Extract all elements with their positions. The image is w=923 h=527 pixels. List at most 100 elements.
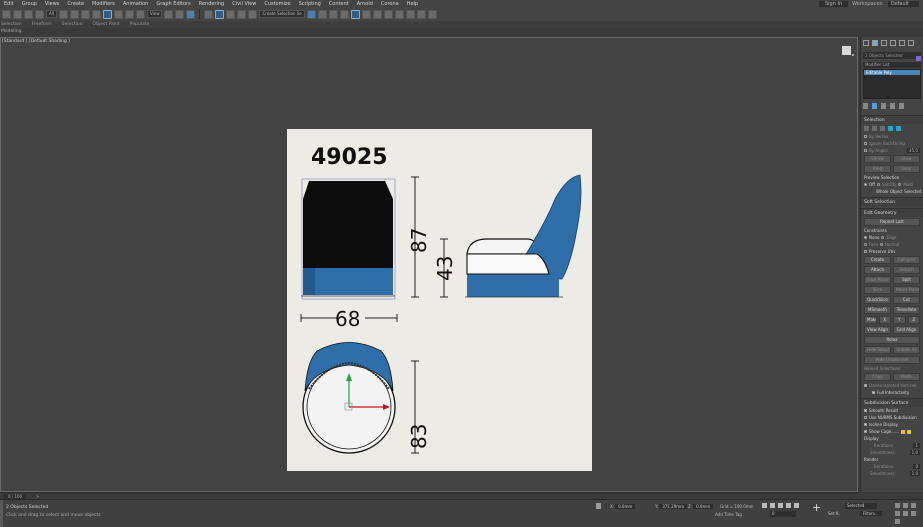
redo-icon[interactable] [13, 9, 22, 19]
selection-rollout-title[interactable]: Selection [861, 115, 923, 124]
menu-customize[interactable]: Customize [260, 1, 294, 7]
x-coordinate-field[interactable]: 0.0mm [615, 504, 636, 509]
select-by-name-icon[interactable] [69, 9, 79, 19]
display-tab-icon[interactable] [899, 40, 905, 46]
reference-coordinate-dropdown[interactable]: View [146, 10, 163, 18]
layer-explorer-icon[interactable] [328, 9, 338, 19]
by-angle-checkbox[interactable] [864, 149, 867, 152]
key-filters-button[interactable]: Filters... [860, 511, 882, 516]
edit-named-selection-icon[interactable] [248, 9, 258, 19]
detach-button[interactable]: Detach [893, 266, 920, 274]
by-vertex-row[interactable]: By Vertex [861, 133, 923, 140]
select-manipulate-icon[interactable] [175, 9, 185, 19]
menu-arnold[interactable]: Arnold [353, 1, 377, 7]
soft-selection-rollout-title[interactable]: Soft Selection [861, 197, 923, 206]
unhide-all-button[interactable]: Unhide All [893, 346, 920, 354]
delete-isolated-row[interactable]: Delete Isolated Vertices [861, 382, 923, 389]
modifier-list-dropdown[interactable]: Modifier List [863, 62, 921, 68]
sign-in-dropdown[interactable]: Sign In [818, 0, 849, 7]
y-coordinate-field[interactable]: 371.29mm [659, 504, 688, 509]
iterations-spinner[interactable]: 1 [913, 443, 920, 448]
angle-snap-icon[interactable] [215, 9, 225, 19]
z-coordinate-field[interactable]: 0.0mm [693, 504, 714, 509]
smooth-result-checkbox[interactable] [864, 409, 867, 412]
play-icon[interactable] [778, 503, 783, 508]
edge-level-icon[interactable] [872, 126, 877, 131]
create-button[interactable]: Create [864, 256, 891, 264]
pan-icon[interactable] [903, 511, 908, 516]
create-tab-icon[interactable] [863, 40, 869, 46]
select-and-rotate-icon[interactable] [113, 9, 123, 19]
viewport-label[interactable]: [Standard ] [Default Shading ] [2, 39, 70, 44]
rectangular-selection-icon[interactable] [80, 9, 90, 19]
msmooth-button[interactable]: MSmooth [864, 306, 891, 314]
ribbon-tab-populate[interactable]: Populate [130, 22, 160, 27]
named-selection-dropdown[interactable]: Create Selection Se [259, 10, 305, 18]
polygon-level-icon[interactable] [888, 126, 893, 131]
motion-tab-icon[interactable] [890, 40, 896, 46]
hide-selected-button[interactable]: Hide Selected [864, 346, 891, 354]
repeat-last-button[interactable]: Repeat Last [864, 218, 920, 226]
vertex-level-icon[interactable] [864, 126, 869, 131]
ribbon-tab-object-paint[interactable]: Object Paint [93, 22, 130, 27]
object-name-field[interactable]: 2 Objects Selected [863, 52, 921, 59]
ignore-backfacing-checkbox[interactable] [864, 142, 867, 145]
configure-sets-icon[interactable] [899, 103, 904, 109]
modify-tab-icon[interactable] [872, 40, 878, 46]
menu-graph-editors[interactable]: Graph Editors [152, 1, 194, 7]
menu-civil-view[interactable]: Civil View [228, 1, 260, 7]
slice-button[interactable]: Slice [864, 286, 891, 294]
zoom-all-icon[interactable] [903, 503, 908, 508]
border-level-icon[interactable] [880, 126, 885, 131]
ignore-backfacing-row[interactable]: Ignore Backfacing [861, 140, 923, 147]
split-checkbox[interactable]: Split [893, 276, 920, 284]
snaps-toggle-icon[interactable] [204, 9, 214, 19]
stack-item-editable-poly[interactable]: Editable Poly [864, 70, 920, 75]
make-planar-button[interactable]: Make Planar [864, 316, 877, 324]
add-key-icon[interactable]: + [811, 502, 822, 514]
material-editor-icon[interactable] [372, 9, 382, 19]
slice-plane-button[interactable]: Slice Plane [864, 276, 891, 284]
constraint-none-radio[interactable] [864, 236, 867, 239]
reset-plane-button[interactable]: Reset Plane [893, 286, 920, 294]
by-angle-row[interactable]: By Angle: 45.0 [861, 147, 923, 154]
constraint-edge-radio[interactable] [881, 236, 885, 239]
constraint-face-radio[interactable] [864, 243, 867, 246]
menu-rendering[interactable]: Rendering [195, 1, 229, 7]
window-crossing-icon[interactable] [91, 9, 101, 19]
planar-y-button[interactable]: Y [893, 316, 906, 324]
key-filter-dropdown[interactable]: Selected [845, 503, 877, 509]
a360-gallery-icon[interactable] [427, 9, 437, 19]
align-icon[interactable] [317, 9, 327, 19]
cage-selected-color-swatch[interactable] [906, 429, 911, 434]
reference-drawing-plane[interactable]: 49025 87 43 68 83 [287, 129, 592, 471]
current-frame-field[interactable]: 0 [770, 511, 796, 517]
object-color-swatch[interactable] [916, 56, 921, 61]
maxscript-listener[interactable] [0, 500, 3, 527]
add-time-tag[interactable]: Add Time Tag [715, 512, 742, 517]
schematic-view-icon[interactable] [361, 9, 371, 19]
full-interactivity-row[interactable]: Full Interactivity [861, 389, 923, 396]
show-cage-checkbox[interactable] [864, 430, 867, 433]
render-smoothness-spinner[interactable]: 1.0 [909, 471, 920, 476]
utilities-tab-icon[interactable] [908, 40, 914, 46]
curve-editor-icon[interactable] [350, 9, 360, 19]
render-production-icon[interactable] [405, 9, 415, 19]
render-in-cloud-icon[interactable] [416, 9, 426, 19]
use-nurms-checkbox[interactable] [864, 416, 867, 419]
show-end-result-icon[interactable] [872, 103, 877, 109]
shrink-button[interactable]: Shrink [864, 155, 891, 163]
menu-create[interactable]: Create [63, 1, 88, 7]
cut-button[interactable]: Cut [893, 296, 920, 304]
menu-edit[interactable]: Edit [0, 1, 18, 7]
next-frame-icon[interactable] [786, 503, 791, 508]
undo-icon[interactable] [2, 9, 11, 19]
menu-modifiers[interactable]: Modifiers [88, 1, 119, 7]
ring-button[interactable]: Ring [864, 165, 891, 173]
previous-frame-icon[interactable] [770, 503, 775, 508]
quickslice-button[interactable]: QuickSlice [864, 296, 891, 304]
go-to-end-icon[interactable] [794, 503, 799, 508]
show-cage-row[interactable]: Show Cage...... [861, 428, 923, 435]
field-of-view-icon[interactable] [895, 511, 900, 516]
make-unique-icon[interactable] [881, 103, 886, 109]
